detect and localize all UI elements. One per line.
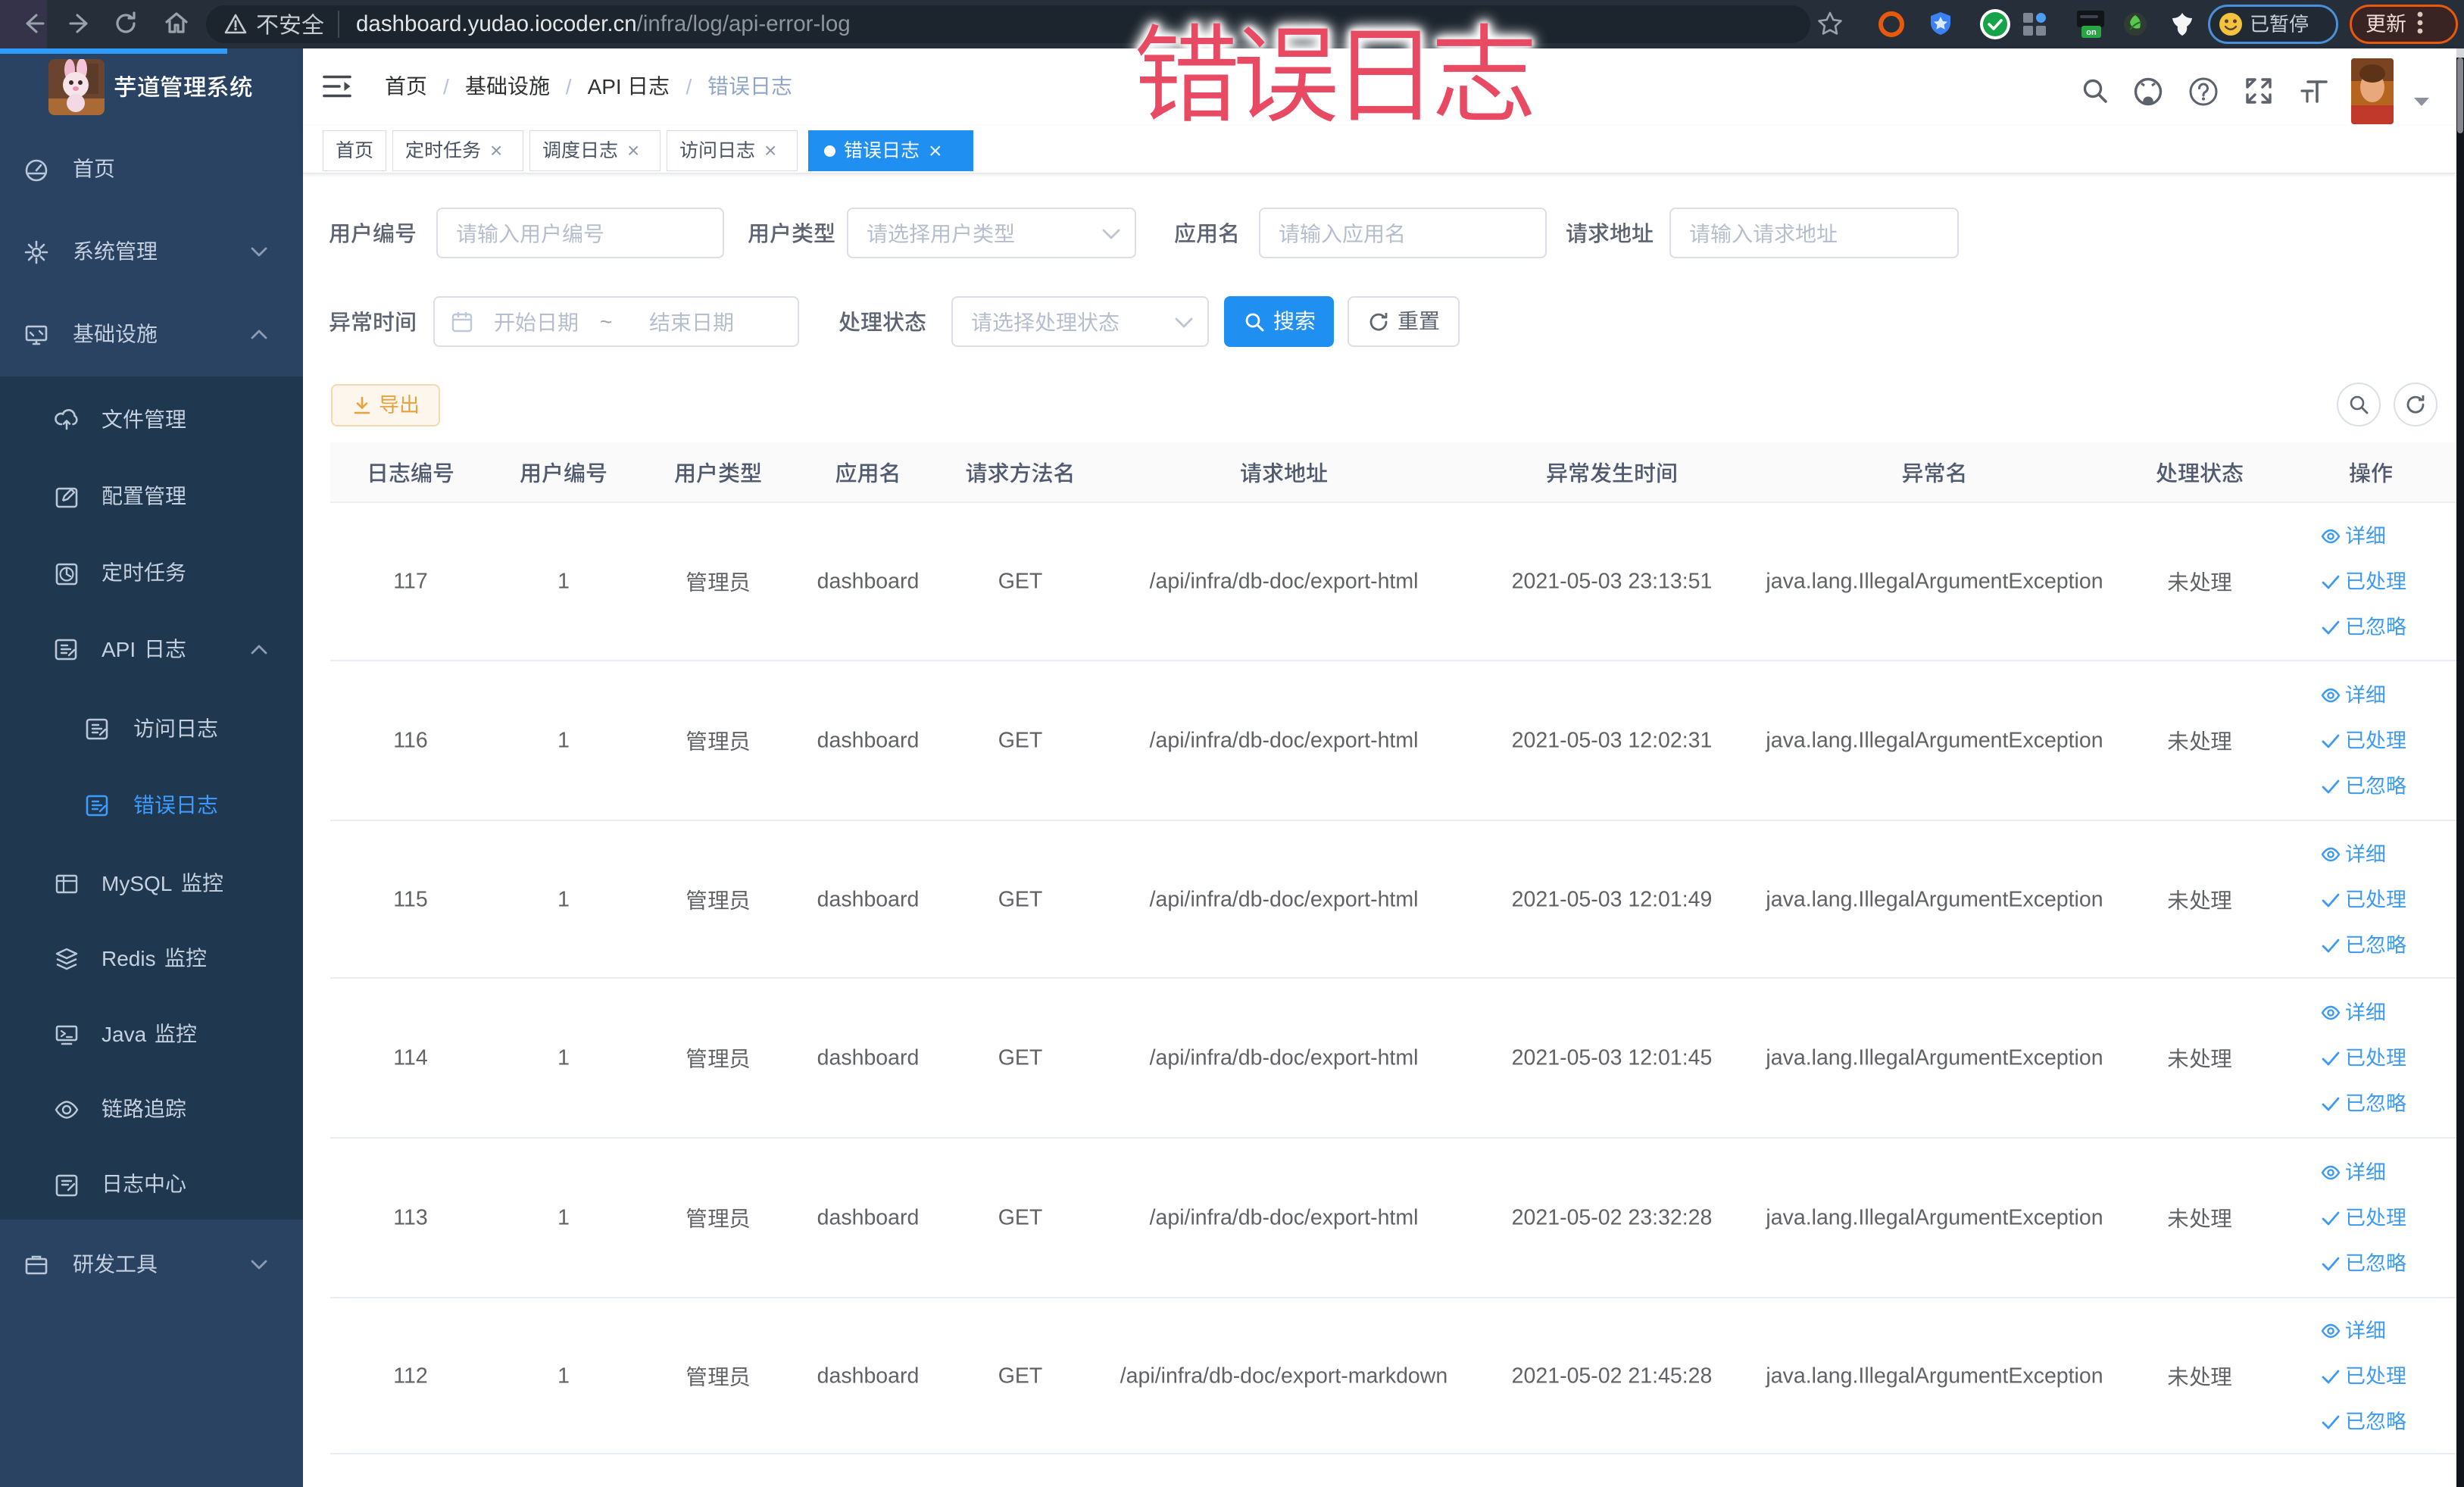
svg-text:on: on [2086,28,2097,37]
